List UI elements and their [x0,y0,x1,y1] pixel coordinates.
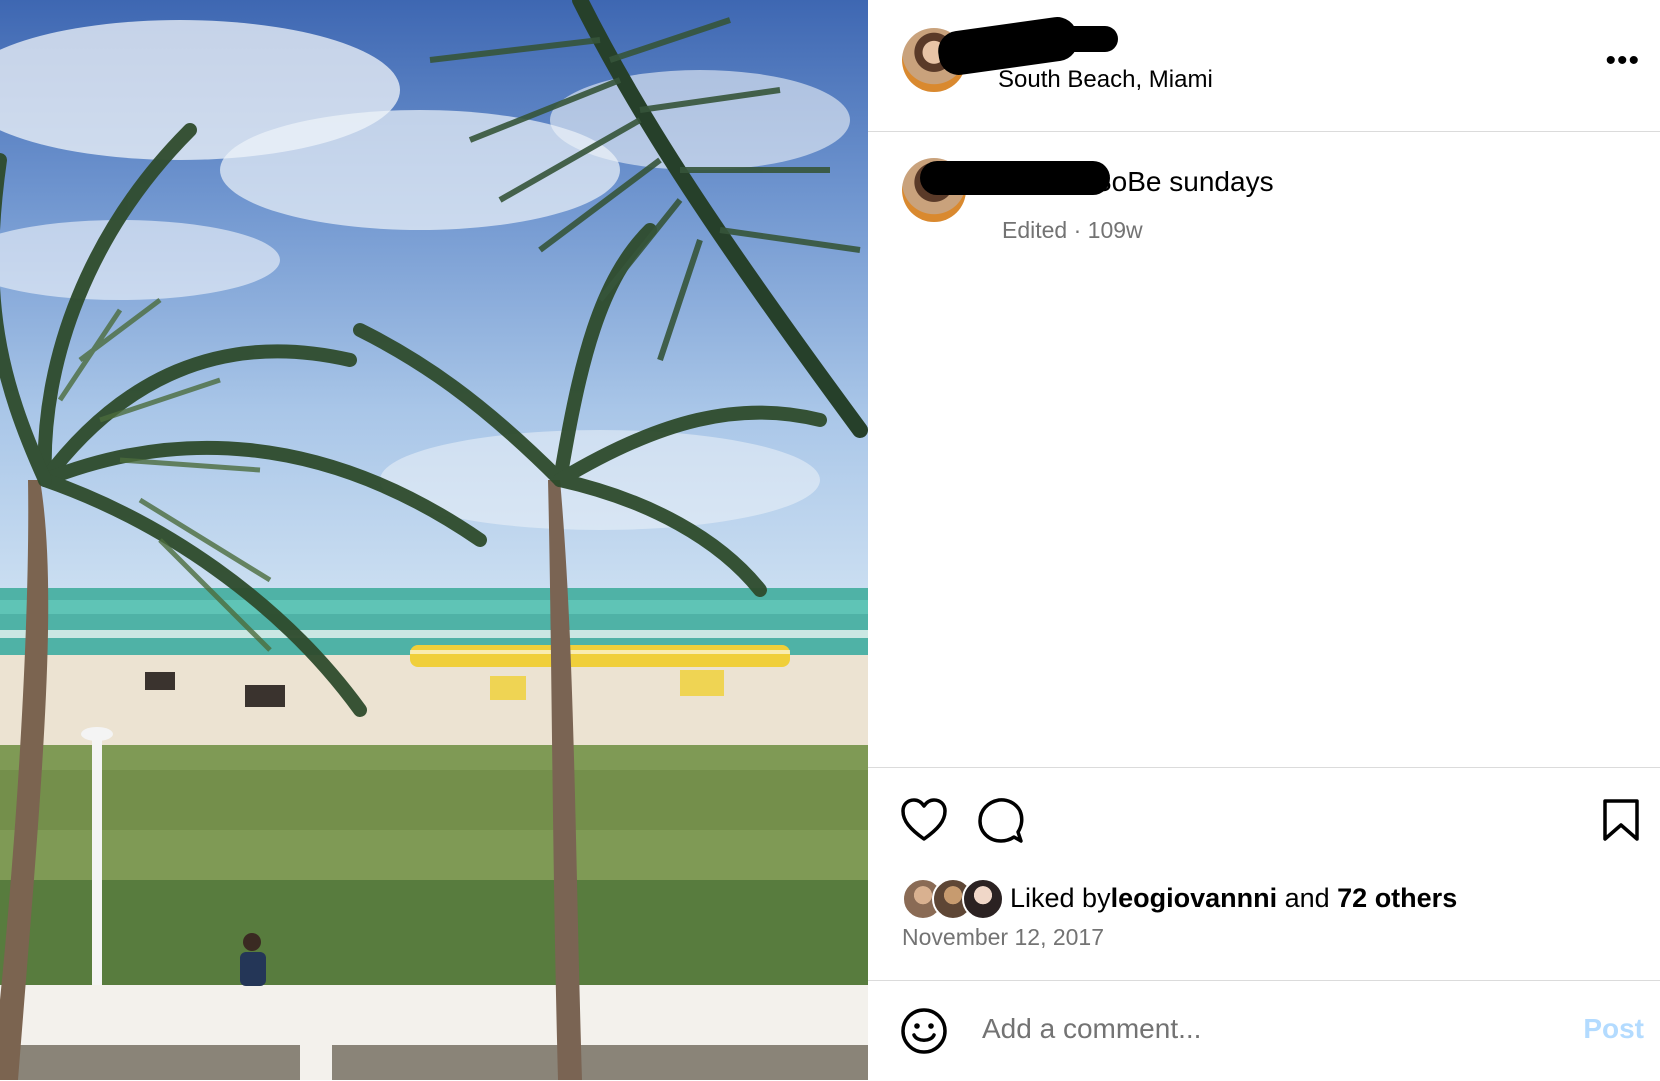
liked-by-and: and [1277,882,1338,913]
more-options-icon[interactable]: ••• [1605,44,1640,78]
likes-summary: Liked by leogiovannni and 72 others [902,878,1457,920]
caption-text: SoBe sundays [1093,166,1274,197]
post-details-panel: South Beach, Miami ••• SoBe sundays Edit… [868,0,1660,1080]
beach-photo-illustration [0,0,868,1080]
comment-bar: Post [868,980,1660,1081]
post-photo [0,0,868,1080]
caption-meta: Edited · 109w [1002,217,1143,243]
liked-by-others-link[interactable]: 72 others [1337,883,1457,914]
redacted-caption-username [920,161,1110,195]
post-date[interactable]: November 12, 2017 [902,924,1104,951]
liker-avatars [902,878,1006,920]
post-header: South Beach, Miami ••• [868,0,1660,132]
bookmark-icon[interactable] [1601,798,1641,842]
comment-input[interactable] [980,1003,1524,1055]
smiley-icon[interactable] [900,1007,948,1055]
post-location[interactable]: South Beach, Miami [998,66,1213,94]
heart-icon[interactable] [900,798,948,842]
liker-avatar[interactable] [962,878,1004,920]
comment-bubble-icon[interactable] [978,798,1024,844]
liked-by-user-link[interactable]: leogiovannni [1111,883,1278,914]
post-dialog: South Beach, Miami ••• SoBe sundays Edit… [0,0,1660,1080]
action-bar: Liked by leogiovannni and 72 others Nove… [868,767,1660,981]
liked-by-prefix: Liked by [1010,882,1111,913]
post-comment-button[interactable]: Post [1583,1013,1644,1045]
redacted-username-mark [988,26,1118,52]
